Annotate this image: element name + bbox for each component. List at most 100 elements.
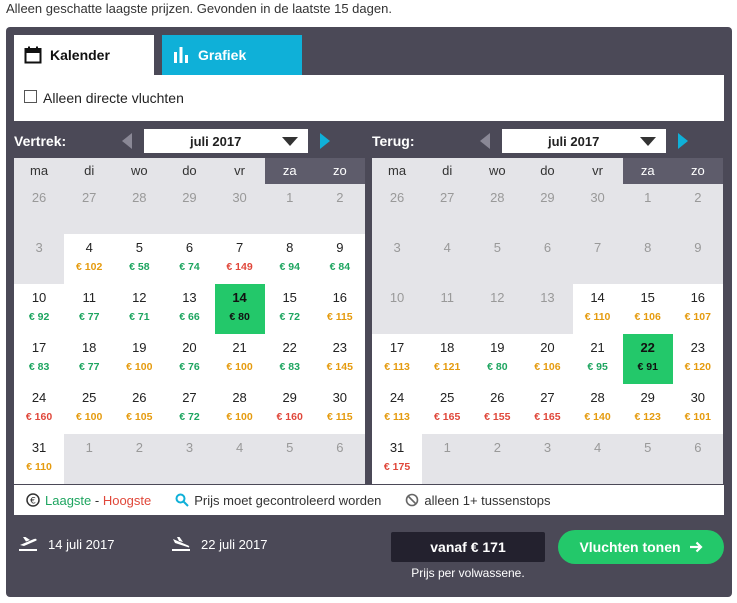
day-price: € 115	[326, 311, 353, 323]
day-number: 23	[332, 340, 348, 355]
return-day-cell[interactable]: 28 € 140	[572, 384, 623, 434]
weekday-header: ma di wo do vr za zo	[372, 158, 723, 184]
return-day-cell[interactable]: 23 € 120	[672, 334, 723, 384]
tab-grafiek[interactable]: Grafiek	[162, 35, 302, 75]
return-day-cell[interactable]: 24 € 113	[372, 384, 423, 434]
day-number: 9	[694, 240, 702, 255]
return-day-cell[interactable]: 14 € 110	[572, 284, 623, 334]
return-day-cell[interactable]: 19 € 80	[472, 334, 523, 384]
return-day-cell[interactable]: 26 € 155	[472, 384, 523, 434]
flight-calendar-widget: Kalender Grafiek Alleen directe vluchten…	[6, 27, 732, 597]
outbound-day-cell[interactable]: 26 € 105	[114, 384, 165, 434]
direct-flights-checkbox[interactable]	[24, 89, 37, 103]
return-day-cell[interactable]: 20 € 106	[522, 334, 573, 384]
tab-kalender[interactable]: Kalender	[14, 35, 154, 75]
day-price: € 74	[179, 261, 200, 273]
return-day-cell[interactable]: 22 € 91	[622, 334, 673, 384]
return-day-cell[interactable]: 16 € 107	[672, 284, 723, 334]
day-number: 18	[81, 340, 97, 355]
outbound-day-cell[interactable]: 13 € 66	[164, 284, 215, 334]
return-next-month-icon[interactable]	[678, 133, 688, 149]
outbound-next-month-icon[interactable]	[320, 133, 330, 149]
svg-text:€: €	[30, 497, 36, 507]
return-header: Terug: juli 2017	[372, 127, 688, 155]
return-day-cell[interactable]: 27 € 165	[522, 384, 573, 434]
return-label: Terug:	[372, 133, 415, 149]
day-number: 4	[85, 240, 93, 255]
outbound-day-cell[interactable]: 19 € 100	[114, 334, 165, 384]
weekday: do	[522, 158, 573, 184]
outbound-day-cell: 1	[264, 184, 315, 234]
day-price: € 113	[384, 361, 410, 373]
day-number: 31	[389, 440, 405, 455]
return-prev-month-icon[interactable]	[480, 133, 490, 149]
outbound-day-cell[interactable]: 20 € 76	[164, 334, 215, 384]
day-price: € 95	[587, 361, 608, 373]
day-number: 20	[540, 340, 555, 355]
outbound-month-select[interactable]: juli 2017	[144, 129, 308, 153]
outbound-day-cell[interactable]: 14 € 80	[214, 284, 265, 334]
day-number: 15	[640, 290, 655, 305]
outbound-day-cell[interactable]: 4 € 102	[64, 234, 115, 284]
outbound-day-cell: 1	[64, 434, 115, 484]
outbound-day-cell[interactable]: 5 € 58	[114, 234, 165, 284]
day-number: 4	[443, 240, 451, 255]
return-day-cell[interactable]: 30 € 101	[672, 384, 723, 434]
outbound-day-cell[interactable]: 16 € 115	[314, 284, 365, 334]
outbound-day-cell[interactable]: 21 € 100	[214, 334, 265, 384]
outbound-day-cell[interactable]: 25 € 100	[64, 384, 115, 434]
outbound-day-cell[interactable]: 17 € 83	[14, 334, 65, 384]
legend-stops-label: alleen 1+ tussenstops	[424, 492, 551, 508]
outbound-day-cell[interactable]: 31 € 110	[14, 434, 65, 484]
day-price: € 160	[276, 411, 303, 423]
day-price: € 91	[637, 361, 658, 373]
return-day-cell: 26	[372, 184, 423, 234]
outbound-day-cell[interactable]: 18 € 77	[64, 334, 115, 384]
day-number: 29	[540, 190, 555, 205]
return-day-cell[interactable]: 29 € 123	[622, 384, 673, 434]
day-number: 28	[232, 390, 247, 405]
outbound-day-cell[interactable]: 11 € 77	[64, 284, 115, 334]
return-day-cell[interactable]: 25 € 165	[422, 384, 473, 434]
outbound-day-cell[interactable]: 29 € 160	[264, 384, 315, 434]
outbound-day-cell[interactable]: 9 € 84	[314, 234, 365, 284]
day-price: € 106	[534, 361, 561, 373]
day-number: 2	[135, 440, 143, 455]
calendar-week-row: 17 € 83 18 € 77 19 € 100 20 € 76 21 € 100 22 € 83 23…	[14, 334, 365, 384]
calendar-week-row: 3 4 € 102 5 € 58 6 € 74 7 € 149 8 € 94 9 € 84	[14, 234, 365, 284]
day-price: € 175	[383, 461, 411, 473]
day-number: 10	[389, 290, 405, 305]
outbound-day-cell[interactable]: 8 € 94	[264, 234, 315, 284]
return-day-cell[interactable]: 31 € 175	[372, 434, 423, 484]
day-number: 5	[493, 240, 501, 255]
return-month-select[interactable]: juli 2017	[502, 129, 666, 153]
legend-dash: -	[91, 492, 103, 508]
return-day-cell[interactable]: 17 € 113	[372, 334, 423, 384]
outbound-day-cell: 26	[14, 184, 65, 234]
outbound-day-cell[interactable]: 24 € 160	[14, 384, 65, 434]
outbound-day-cell[interactable]: 28 € 100	[214, 384, 265, 434]
outbound-day-cell[interactable]: 27 € 72	[164, 384, 215, 434]
day-price: € 72	[179, 411, 200, 423]
day-number: 26	[132, 390, 147, 405]
return-day-cell: 1	[622, 184, 673, 234]
show-flights-button[interactable]: Vluchten tonen	[558, 530, 724, 564]
return-day-cell[interactable]: 21 € 95	[572, 334, 623, 384]
return-day-cell[interactable]: 18 € 121	[422, 334, 473, 384]
outbound-day-cell[interactable]: 23 € 145	[314, 334, 365, 384]
return-month-value: juli 2017	[548, 133, 600, 149]
outbound-day-cell[interactable]: 12 € 71	[114, 284, 165, 334]
outbound-day-cell[interactable]: 30 € 115	[314, 384, 365, 434]
direct-flights-label[interactable]: Alleen directe vluchten	[43, 90, 184, 106]
outbound-day-cell[interactable]: 6 € 74	[164, 234, 215, 284]
return-day-cell[interactable]: 15 € 106	[622, 284, 673, 334]
search-icon	[175, 493, 189, 507]
return-day-cell: 6	[522, 234, 573, 284]
day-price: € 120	[684, 361, 711, 373]
outbound-day-cell[interactable]: 22 € 83	[264, 334, 315, 384]
outbound-prev-month-icon[interactable]	[122, 133, 132, 149]
outbound-day-cell[interactable]: 10 € 92	[14, 284, 65, 334]
day-price: € 113	[384, 411, 410, 423]
outbound-day-cell[interactable]: 7 € 149	[214, 234, 265, 284]
outbound-day-cell[interactable]: 15 € 72	[264, 284, 315, 334]
